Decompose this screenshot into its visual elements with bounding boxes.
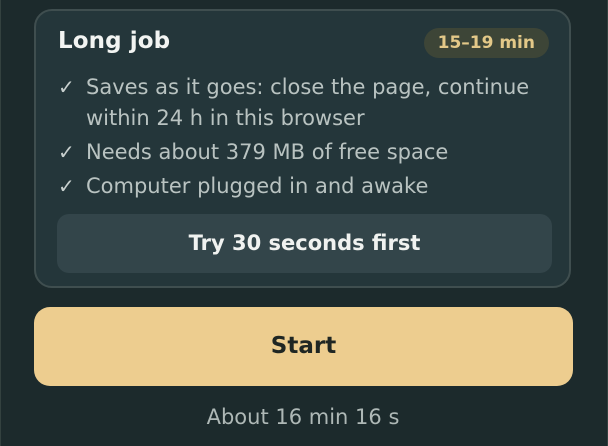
time-estimate: About 16 min 16 s xyxy=(206,405,400,429)
list-item-text: Computer plugged in and awake xyxy=(86,174,429,198)
checkmark-icon: ✓ xyxy=(58,174,75,198)
checkmark-icon: ✓ xyxy=(58,75,75,99)
list-item-text: Saves as it goes: close the page, contin… xyxy=(86,75,530,130)
list-item: ✓ Saves as it goes: close the page, cont… xyxy=(58,72,548,134)
card-title: Long job xyxy=(58,28,171,54)
list-item: ✓ Needs about 379 MB of free space xyxy=(58,137,548,168)
try-30-seconds-button[interactable]: Try 30 seconds first xyxy=(57,214,552,273)
duration-badge: 15–19 min xyxy=(423,28,549,58)
list-item: ✓ Computer plugged in and awake xyxy=(58,171,548,202)
long-job-card: Long job 15–19 min ✓ Saves as it goes: c… xyxy=(34,9,571,288)
start-button[interactable]: Start xyxy=(34,307,573,386)
requirements-list: ✓ Saves as it goes: close the page, cont… xyxy=(58,72,548,205)
checkmark-icon: ✓ xyxy=(58,140,75,164)
list-item-text: Needs about 379 MB of free space xyxy=(86,140,449,164)
